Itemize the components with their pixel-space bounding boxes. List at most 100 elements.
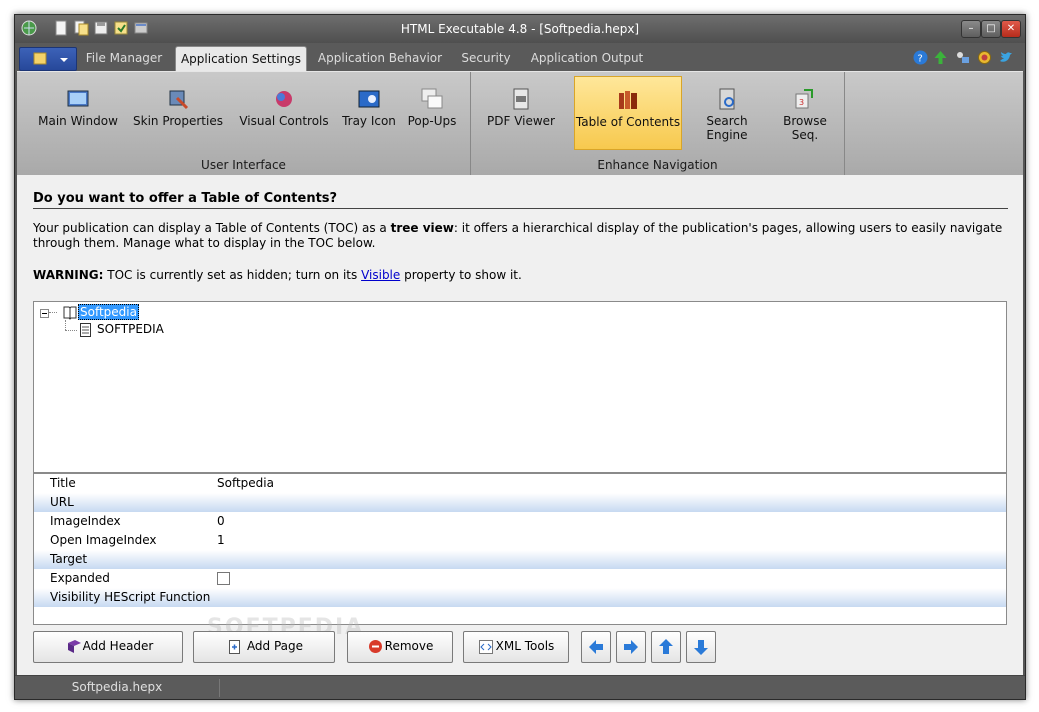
window-title: HTML Executable 4.8 - [Softpedia.hepx] bbox=[400, 22, 640, 36]
tree-connector bbox=[49, 312, 57, 313]
add-header-button[interactable]: Add Header bbox=[33, 631, 183, 663]
table-of-contents-label: Table of Contents bbox=[575, 115, 681, 129]
menu-bar: File Manager Application Settings Applic… bbox=[15, 43, 1025, 72]
warning-tail: property to show it. bbox=[400, 268, 522, 282]
expanded-checkbox[interactable] bbox=[217, 572, 230, 585]
award-icon[interactable] bbox=[977, 50, 992, 68]
warning-message: WARNING: TOC is currently set as hidden;… bbox=[33, 268, 522, 282]
browse-sequence-icon: 3 bbox=[794, 88, 816, 110]
browse-seq-label: Browse Seq. bbox=[783, 114, 827, 142]
property-row[interactable]: Title Softpedia bbox=[34, 474, 1006, 493]
toc-tree-view[interactable]: Softpedia SOFTPEDIA bbox=[33, 301, 1007, 473]
status-divider bbox=[219, 679, 220, 697]
status-bar: Softpedia.hepx bbox=[15, 675, 1025, 699]
property-row[interactable]: URL bbox=[34, 493, 1006, 512]
property-name: Title bbox=[50, 476, 76, 490]
search-engine-icon bbox=[716, 88, 738, 110]
help-icon[interactable]: ? bbox=[913, 50, 928, 68]
property-grid: Title Softpedia URL ImageIndex 0 Open Im… bbox=[33, 473, 1007, 625]
maximize-button[interactable]: □ bbox=[981, 20, 1001, 38]
group-label-enhance-navigation: Enhance Navigation bbox=[597, 158, 718, 172]
skin-properties-label: Skin Properties bbox=[133, 114, 223, 128]
property-name: Target bbox=[50, 552, 88, 566]
close-button[interactable]: ✕ bbox=[1001, 20, 1021, 38]
property-row[interactable]: Visibility HEScript Function bbox=[34, 588, 1006, 607]
ribbon-group-user-interface: Main Window Skin Properties Visual Contr… bbox=[17, 72, 471, 175]
page-icon bbox=[79, 322, 93, 341]
main-window-icon bbox=[67, 88, 89, 110]
visible-property-link[interactable]: Visible bbox=[361, 268, 400, 282]
ribbon-group-enhance-navigation: PDF Viewer Table of Contents Search Engi… bbox=[471, 72, 845, 175]
add-page-label: Add Page bbox=[246, 639, 304, 653]
tree-root-node[interactable]: Softpedia bbox=[78, 304, 139, 320]
group-label-user-interface: User Interface bbox=[201, 158, 286, 172]
tree-connector-vertical bbox=[65, 320, 66, 330]
tree-child-node[interactable]: SOFTPEDIA bbox=[97, 322, 164, 336]
heading-divider bbox=[33, 208, 1008, 209]
tab-file-manager[interactable]: File Manager bbox=[81, 46, 167, 71]
visual-controls-label: Visual Controls bbox=[239, 114, 329, 128]
warning-label: WARNING: bbox=[33, 268, 104, 282]
remove-button[interactable]: Remove bbox=[347, 631, 453, 663]
add-header-label: Add Header bbox=[82, 639, 154, 653]
main-content: Do you want to offer a Table of Contents… bbox=[17, 175, 1023, 675]
pdf-viewer-button[interactable]: PDF Viewer bbox=[481, 76, 561, 148]
move-right-button[interactable] bbox=[616, 631, 646, 663]
add-page-button[interactable]: Add Page bbox=[193, 631, 335, 663]
search-engine-button[interactable]: Search Engine bbox=[685, 76, 769, 148]
app-window: HTML Executable 4.8 - [Softpedia.hepx] –… bbox=[14, 14, 1026, 700]
property-value[interactable]: 0 bbox=[217, 514, 225, 528]
property-name: Open ImageIndex bbox=[50, 533, 157, 547]
tab-application-output[interactable]: Application Output bbox=[527, 46, 647, 71]
visual-controls-button[interactable]: Visual Controls bbox=[231, 76, 337, 148]
ribbon: Main Window Skin Properties Visual Contr… bbox=[17, 71, 1023, 175]
visual-controls-icon bbox=[273, 88, 295, 110]
main-window-button[interactable]: Main Window bbox=[31, 76, 125, 148]
tray-icon-button[interactable]: Tray Icon bbox=[341, 76, 397, 148]
tab-application-behavior[interactable]: Application Behavior bbox=[315, 46, 445, 71]
page-title: Do you want to offer a Table of Contents… bbox=[33, 191, 338, 206]
pop-ups-icon bbox=[421, 88, 443, 110]
skin-properties-icon bbox=[167, 88, 189, 110]
update-icon[interactable] bbox=[933, 50, 948, 68]
collapse-icon[interactable] bbox=[40, 308, 50, 322]
pop-ups-button[interactable]: Pop-Ups bbox=[401, 76, 463, 148]
move-left-button[interactable] bbox=[581, 631, 611, 663]
property-row[interactable]: Expanded bbox=[34, 569, 1006, 588]
property-value[interactable]: Softpedia bbox=[217, 476, 274, 490]
svg-text:?: ? bbox=[918, 54, 923, 65]
tab-security[interactable]: Security bbox=[455, 46, 517, 71]
pdf-viewer-label: PDF Viewer bbox=[487, 114, 555, 128]
xml-tools-button[interactable]: XML Tools bbox=[463, 631, 569, 663]
property-name: URL bbox=[50, 495, 74, 509]
twitter-icon[interactable] bbox=[999, 50, 1014, 68]
description: Your publication can display a Table of … bbox=[33, 221, 1013, 251]
move-up-button[interactable] bbox=[651, 631, 681, 663]
svg-text:3: 3 bbox=[799, 98, 804, 107]
browse-seq-button[interactable]: 3 Browse Seq. bbox=[773, 76, 837, 148]
minimize-button[interactable]: – bbox=[961, 20, 981, 38]
property-row[interactable]: Open ImageIndex 1 bbox=[34, 531, 1006, 550]
table-of-contents-button[interactable]: Table of Contents bbox=[574, 76, 682, 150]
property-value[interactable]: 1 bbox=[217, 533, 225, 547]
warning-text: TOC is currently set as hidden; turn on … bbox=[103, 268, 362, 282]
property-row[interactable]: ImageIndex 0 bbox=[34, 512, 1006, 531]
tray-icon-icon bbox=[358, 88, 380, 110]
move-down-button[interactable] bbox=[686, 631, 716, 663]
community-icon[interactable] bbox=[955, 50, 970, 68]
main-window-label: Main Window bbox=[38, 114, 118, 128]
property-name: Expanded bbox=[50, 571, 110, 585]
tab-application-settings[interactable]: Application Settings bbox=[175, 46, 307, 72]
description-bold: tree view bbox=[390, 221, 454, 235]
property-name: Visibility HEScript Function bbox=[50, 590, 211, 604]
application-menu-button[interactable] bbox=[19, 47, 77, 71]
skin-properties-button[interactable]: Skin Properties bbox=[131, 76, 225, 148]
xml-tools-label: XML Tools bbox=[495, 639, 555, 653]
app-menu-icon bbox=[33, 52, 68, 65]
arrow-right-icon bbox=[624, 640, 638, 654]
books-icon bbox=[617, 89, 639, 111]
property-row[interactable]: Target bbox=[34, 550, 1006, 569]
title-bar: HTML Executable 4.8 - [Softpedia.hepx] –… bbox=[15, 15, 1025, 43]
tray-icon-label: Tray Icon bbox=[342, 114, 396, 128]
arrow-up-icon bbox=[659, 639, 673, 654]
